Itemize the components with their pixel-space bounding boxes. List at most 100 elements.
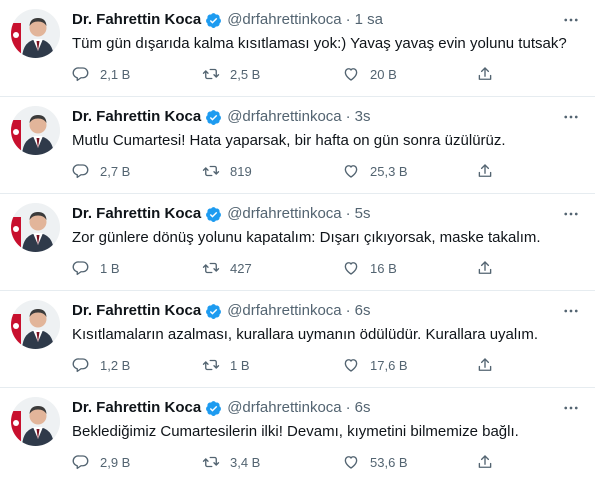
reply-button[interactable]: 1,2 B bbox=[72, 355, 130, 375]
author-name[interactable]: Dr. Fahrettin Koca bbox=[72, 204, 201, 224]
avatar[interactable] bbox=[11, 203, 60, 252]
author-handle[interactable]: @drfahrettinkoca bbox=[227, 10, 341, 30]
reply-count: 1,2 B bbox=[100, 357, 131, 373]
author-name[interactable]: Dr. Fahrettin Koca bbox=[72, 398, 201, 418]
tweet-actions: 1,2 B 1 B 17,6 B bbox=[72, 355, 502, 375]
like-button[interactable]: 53,6 B bbox=[342, 452, 408, 472]
more-icon[interactable] bbox=[561, 399, 581, 417]
share-button[interactable] bbox=[476, 355, 494, 375]
share-button[interactable] bbox=[476, 64, 494, 84]
tweet-text: Mutlu Cumartesi! Hata yaparsak, bir haft… bbox=[72, 132, 506, 149]
retweet-button[interactable]: 819 bbox=[202, 161, 252, 181]
avatar-portrait-icon bbox=[11, 9, 60, 58]
tweet-actions: 2,9 B 3,4 B 53,6 B bbox=[72, 452, 502, 472]
retweet-count: 427 bbox=[230, 260, 252, 276]
share-icon bbox=[478, 455, 492, 468]
tweet-timestamp[interactable]: 6s bbox=[355, 398, 371, 418]
tweet[interactable]: Dr. Fahrettin Koca @drfahrettinkoca · 5s… bbox=[0, 194, 595, 291]
reply-icon bbox=[72, 261, 89, 276]
avatar[interactable] bbox=[11, 106, 60, 155]
retweet-icon bbox=[202, 262, 220, 274]
tweet[interactable]: Dr. Fahrettin Koca @drfahrettinkoca · 3s… bbox=[0, 97, 595, 194]
heart-icon bbox=[344, 68, 358, 81]
avatar-portrait-icon bbox=[11, 106, 60, 155]
like-button[interactable]: 16 B bbox=[342, 258, 397, 278]
reply-icon bbox=[72, 67, 89, 82]
author-handle[interactable]: @drfahrettinkoca bbox=[227, 398, 341, 418]
tweet[interactable]: Dr. Fahrettin Koca @drfahrettinkoca · 6s… bbox=[0, 291, 595, 388]
more-icon[interactable] bbox=[561, 108, 581, 126]
reply-count: 1 B bbox=[100, 260, 120, 276]
heart-icon bbox=[344, 262, 358, 275]
verified-badge-icon bbox=[205, 206, 222, 223]
tweet-timestamp[interactable]: 5s bbox=[355, 204, 371, 224]
share-icon bbox=[478, 358, 492, 371]
tweet-timestamp[interactable]: 6s bbox=[355, 301, 371, 321]
retweet-button[interactable]: 2,5 B bbox=[202, 64, 260, 84]
verified-badge-icon bbox=[205, 400, 222, 417]
tweet[interactable]: Dr. Fahrettin Koca @drfahrettinkoca · 6s… bbox=[0, 388, 595, 485]
tweet-timestamp[interactable]: 3s bbox=[355, 107, 371, 127]
author-name[interactable]: Dr. Fahrettin Koca bbox=[72, 301, 201, 321]
retweet-icon bbox=[202, 456, 220, 468]
tweet-actions: 2,7 B 819 25,3 B bbox=[72, 161, 502, 181]
avatar[interactable] bbox=[11, 9, 60, 58]
reply-button[interactable]: 2,1 B bbox=[72, 64, 130, 84]
more-icon[interactable] bbox=[561, 11, 581, 29]
author-handle[interactable]: @drfahrettinkoca bbox=[227, 204, 341, 224]
like-button[interactable]: 25,3 B bbox=[342, 161, 408, 181]
author-handle[interactable]: @drfahrettinkoca bbox=[227, 301, 341, 321]
reply-icon bbox=[72, 358, 89, 373]
reply-button[interactable]: 1 B bbox=[72, 258, 120, 278]
like-button[interactable]: 20 B bbox=[342, 64, 397, 84]
avatar[interactable] bbox=[11, 300, 60, 349]
avatar-portrait-icon bbox=[11, 397, 60, 446]
tweet-actions: 2,1 B 2,5 B 20 B bbox=[72, 64, 502, 84]
tweet-text: Zor günlere dönüş yolunu kapatalım: Dışa… bbox=[72, 229, 541, 246]
verified-badge-icon bbox=[205, 109, 222, 126]
retweet-icon bbox=[202, 165, 220, 177]
avatar[interactable] bbox=[11, 397, 60, 446]
share-icon bbox=[478, 261, 492, 274]
more-icon[interactable] bbox=[561, 205, 581, 223]
share-button[interactable] bbox=[476, 258, 494, 278]
verified-badge-icon bbox=[205, 303, 222, 320]
verified-badge-icon bbox=[205, 12, 222, 29]
reply-icon bbox=[72, 164, 89, 179]
meta-separator: · bbox=[345, 108, 351, 125]
like-count: 16 B bbox=[370, 260, 397, 276]
meta-separator: · bbox=[345, 302, 351, 319]
reply-count: 2,1 B bbox=[100, 66, 131, 82]
retweet-icon bbox=[202, 68, 220, 80]
author-handle[interactable]: @drfahrettinkoca bbox=[227, 107, 341, 127]
like-button[interactable]: 17,6 B bbox=[342, 355, 408, 375]
share-icon bbox=[478, 67, 492, 80]
retweet-count: 1 B bbox=[230, 357, 250, 373]
tweet-text: Beklediğimiz Cumartesilerin ilki! Devamı… bbox=[72, 423, 519, 440]
tweet[interactable]: Dr. Fahrettin Koca @drfahrettinkoca · 1 … bbox=[0, 0, 595, 97]
avatar-portrait-icon bbox=[11, 300, 60, 349]
author-name[interactable]: Dr. Fahrettin Koca bbox=[72, 107, 201, 127]
heart-icon bbox=[344, 165, 358, 178]
meta-separator: · bbox=[345, 399, 351, 416]
tweet-text: Kısıtlamaların azalması, kurallara uyman… bbox=[72, 326, 539, 343]
tweet-timeline: Dr. Fahrettin Koca @drfahrettinkoca · 1 … bbox=[0, 0, 595, 485]
retweet-count: 819 bbox=[230, 163, 252, 179]
reply-count: 2,9 B bbox=[100, 454, 131, 470]
retweet-button[interactable]: 427 bbox=[202, 258, 252, 278]
share-icon bbox=[478, 164, 492, 177]
like-count: 25,3 B bbox=[370, 163, 408, 179]
more-icon[interactable] bbox=[561, 302, 581, 320]
reply-button[interactable]: 2,7 B bbox=[72, 161, 130, 181]
retweet-button[interactable]: 3,4 B bbox=[202, 452, 260, 472]
reply-button[interactable]: 2,9 B bbox=[72, 452, 130, 472]
heart-icon bbox=[344, 359, 358, 372]
author-name[interactable]: Dr. Fahrettin Koca bbox=[72, 10, 201, 30]
heart-icon bbox=[344, 456, 358, 469]
retweet-button[interactable]: 1 B bbox=[202, 355, 250, 375]
tweet-timestamp[interactable]: 1 sa bbox=[355, 10, 383, 30]
retweet-count: 3,4 B bbox=[230, 454, 261, 470]
share-button[interactable] bbox=[476, 161, 494, 181]
share-button[interactable] bbox=[476, 452, 494, 472]
tweet-text: Tüm gün dışarıda kalma kısıtlaması yok:)… bbox=[72, 35, 567, 52]
